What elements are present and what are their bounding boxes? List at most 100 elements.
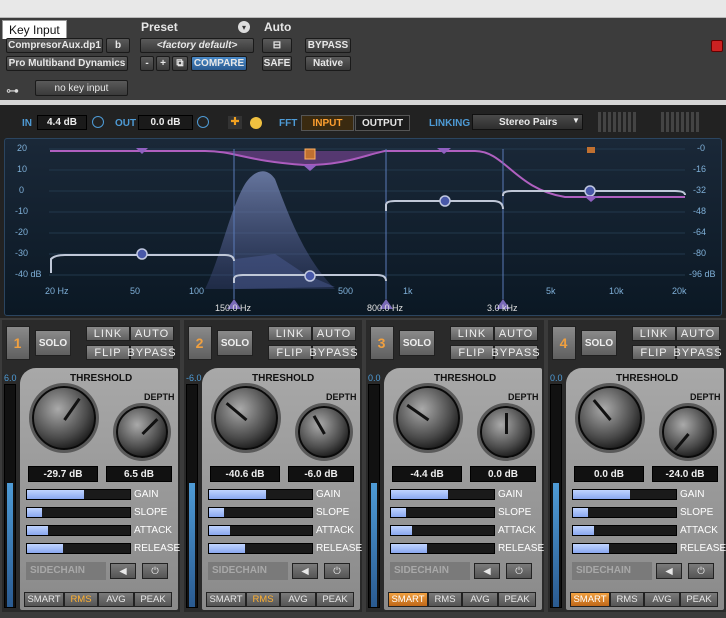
speaker-icon[interactable]: ◀	[292, 563, 318, 579]
flip-button[interactable]: FLIP	[86, 345, 130, 360]
speaker-icon[interactable]: ◀	[656, 563, 682, 579]
next-preset-button[interactable]: +	[156, 56, 170, 71]
threshold-value[interactable]: -40.6 dB	[210, 466, 280, 482]
gain-slider[interactable]	[26, 489, 131, 500]
preset-menu-icon[interactable]: ▾	[238, 21, 250, 33]
fft-input-button[interactable]: INPUT	[301, 115, 354, 131]
mode-smart-button[interactable]: SMART	[388, 592, 428, 607]
flip-button[interactable]: FLIP	[268, 345, 312, 360]
mode-peak-button[interactable]: PEAK	[680, 592, 718, 607]
mode-rms-button[interactable]: RMS	[246, 592, 280, 607]
depth-value[interactable]: 0.0 dB	[470, 466, 536, 482]
mode-avg-button[interactable]: AVG	[644, 592, 680, 607]
threshold-knob[interactable]	[578, 386, 642, 450]
in-gain-field[interactable]: 4.4 dB	[37, 115, 87, 130]
attack-slider[interactable]	[390, 525, 495, 536]
depth-value[interactable]: -6.0 dB	[288, 466, 354, 482]
release-slider[interactable]	[572, 543, 677, 554]
band-bypass-button[interactable]: BYPASS	[309, 345, 358, 360]
linking-select[interactable]: Stereo Pairs	[472, 114, 583, 130]
fft-output-button[interactable]: OUTPUT	[355, 115, 410, 131]
auto-button[interactable]: AUTO	[676, 326, 720, 341]
gain-slider[interactable]	[572, 489, 677, 500]
flip-button[interactable]: FLIP	[632, 345, 676, 360]
attack-slider[interactable]	[208, 525, 313, 536]
mode-avg-button[interactable]: AVG	[98, 592, 134, 607]
mode-peak-button[interactable]: PEAK	[134, 592, 172, 607]
link-button[interactable]: LINK	[632, 326, 676, 341]
mode-rms-button[interactable]: RMS	[64, 592, 98, 607]
depth-value[interactable]: -24.0 dB	[652, 466, 718, 482]
threshold-knob[interactable]	[396, 386, 460, 450]
tab-key-input[interactable]: Key Input	[2, 20, 67, 39]
auto-button[interactable]: AUTO	[494, 326, 538, 341]
release-slider[interactable]	[26, 543, 131, 554]
out-link-icon[interactable]	[197, 116, 209, 128]
power-icon[interactable]: ⏻	[688, 563, 714, 579]
preset-slot[interactable]: b	[106, 38, 130, 53]
mode-smart-button[interactable]: SMART	[570, 592, 610, 607]
mode-peak-button[interactable]: PEAK	[498, 592, 536, 607]
compare-button[interactable]: COMPARE	[191, 56, 247, 71]
sun-icon[interactable]	[250, 117, 262, 129]
frequency-graph[interactable]: 20 10 0 -10 -20 -30 -40 dB -0 -16 -32 -4…	[4, 138, 722, 316]
gain-slider[interactable]	[208, 489, 313, 500]
solo-button[interactable]: SOLO	[35, 330, 71, 356]
threshold-knob[interactable]	[214, 386, 278, 450]
solo-button[interactable]: SOLO	[581, 330, 617, 356]
auto-button[interactable]: AUTO	[312, 326, 356, 341]
slope-slider[interactable]	[26, 507, 131, 518]
band-bypass-button[interactable]: BYPASS	[127, 345, 176, 360]
flip-button[interactable]: FLIP	[450, 345, 494, 360]
slope-slider[interactable]	[208, 507, 313, 518]
mode-smart-button[interactable]: SMART	[24, 592, 64, 607]
preset-name-selector[interactable]: <factory default>	[140, 38, 254, 53]
mode-avg-button[interactable]: AVG	[280, 592, 316, 607]
prev-preset-button[interactable]: -	[140, 56, 154, 71]
bypass-button[interactable]: BYPASS	[305, 38, 351, 53]
gain-slider[interactable]	[390, 489, 495, 500]
native-button[interactable]: Native	[305, 56, 351, 71]
safe-button[interactable]: SAFE	[262, 56, 292, 71]
speaker-icon[interactable]: ◀	[474, 563, 500, 579]
link-button[interactable]: LINK	[450, 326, 494, 341]
threshold-value[interactable]: 0.0 dB	[574, 466, 644, 482]
power-icon[interactable]: ⏻	[324, 563, 350, 579]
key-input-selector[interactable]: no key input	[35, 80, 128, 96]
attack-slider[interactable]	[26, 525, 131, 536]
in-link-icon[interactable]	[92, 116, 104, 128]
plus-icon[interactable]: ✚	[228, 116, 242, 129]
auto-button[interactable]: AUTO	[130, 326, 174, 341]
depth-knob[interactable]	[480, 406, 532, 458]
link-button[interactable]: LINK	[268, 326, 312, 341]
solo-button[interactable]: SOLO	[217, 330, 253, 356]
depth-value[interactable]: 6.5 dB	[106, 466, 172, 482]
release-slider[interactable]	[208, 543, 313, 554]
depth-knob[interactable]	[298, 406, 350, 458]
depth-knob[interactable]	[116, 406, 168, 458]
band-bypass-button[interactable]: BYPASS	[491, 345, 540, 360]
mode-rms-button[interactable]: RMS	[610, 592, 644, 607]
threshold-value[interactable]: -29.7 dB	[28, 466, 98, 482]
power-icon[interactable]: ⏻	[142, 563, 168, 579]
slope-slider[interactable]	[390, 507, 495, 518]
solo-button[interactable]: SOLO	[399, 330, 435, 356]
speaker-icon[interactable]: ◀	[110, 563, 136, 579]
link-button[interactable]: LINK	[86, 326, 130, 341]
plugin-name-selector[interactable]: Pro Multiband Dynamics	[6, 56, 128, 71]
mode-smart-button[interactable]: SMART	[206, 592, 246, 607]
power-icon[interactable]: ⏻	[506, 563, 532, 579]
out-gain-field[interactable]: 0.0 dB	[138, 115, 193, 130]
threshold-value[interactable]: -4.4 dB	[392, 466, 462, 482]
automation-icon[interactable]: ⊟	[262, 38, 292, 53]
copy-icon[interactable]: ⧉	[172, 56, 188, 71]
attack-slider[interactable]	[572, 525, 677, 536]
preset-file[interactable]: CompresorAux.dp1	[6, 38, 103, 53]
band-bypass-button[interactable]: BYPASS	[673, 345, 722, 360]
mode-avg-button[interactable]: AVG	[462, 592, 498, 607]
release-slider[interactable]	[390, 543, 495, 554]
slope-slider[interactable]	[572, 507, 677, 518]
mode-peak-button[interactable]: PEAK	[316, 592, 354, 607]
depth-knob[interactable]	[662, 406, 714, 458]
threshold-knob[interactable]	[32, 386, 96, 450]
